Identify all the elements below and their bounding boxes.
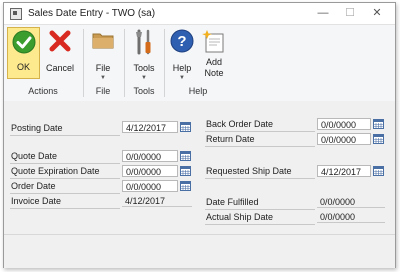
posting-date-field[interactable]: 4/12/2017 bbox=[122, 121, 178, 133]
field-underline bbox=[205, 131, 315, 132]
quote-date-label: Quote Date bbox=[11, 151, 58, 161]
note-icon bbox=[202, 30, 224, 53]
calendar-icon[interactable] bbox=[180, 122, 191, 132]
chevron-down-icon: ▼ bbox=[141, 75, 147, 81]
actual-ship-date-label: Actual Ship Date bbox=[206, 212, 274, 222]
cancel-label: Cancel bbox=[45, 63, 74, 73]
field-underline bbox=[10, 163, 120, 164]
minimize-icon[interactable]: — bbox=[316, 6, 330, 20]
title-bar: Sales Date Entry - TWO (sa) — ☐ ✕ bbox=[4, 3, 395, 24]
return-date-field[interactable]: 0/0/0000 bbox=[317, 133, 371, 145]
date-fulfilled-value: 0/0/0000 bbox=[317, 196, 385, 208]
return-date-label: Return Date bbox=[206, 134, 255, 144]
folder-icon bbox=[92, 33, 114, 49]
field-underline bbox=[10, 178, 120, 179]
requested-ship-date-field[interactable]: 4/12/2017 bbox=[317, 165, 371, 177]
calendar-icon[interactable] bbox=[180, 181, 191, 191]
ok-button[interactable]: OK bbox=[7, 27, 40, 79]
requested-ship-date-label: Requested Ship Date bbox=[206, 166, 292, 176]
field-underline bbox=[10, 208, 120, 209]
date-fulfilled-label: Date Fulfilled bbox=[206, 197, 259, 207]
calendar-icon[interactable] bbox=[373, 119, 384, 129]
chevron-down-icon: ▼ bbox=[100, 75, 106, 81]
field-underline bbox=[205, 224, 315, 225]
status-bar bbox=[4, 234, 395, 268]
calendar-icon[interactable] bbox=[373, 134, 384, 144]
maximize-icon[interactable]: ☐ bbox=[343, 6, 357, 20]
calendar-icon[interactable] bbox=[373, 166, 384, 176]
ok-label: OK bbox=[16, 62, 30, 72]
sales-date-entry-window: Sales Date Entry - TWO (sa) — ☐ ✕ OK Can… bbox=[3, 2, 396, 268]
actual-ship-date-value: 0/0/0000 bbox=[317, 211, 385, 223]
ribbon-toolbar: OK Cancel Actions File ▼ File Tools ▼ To… bbox=[4, 24, 395, 102]
group-label-tools: Tools bbox=[133, 86, 155, 96]
add-note-label-line2: Note bbox=[204, 68, 224, 78]
quote-expiration-date-label: Quote Expiration Date bbox=[11, 166, 100, 176]
field-underline bbox=[205, 146, 315, 147]
help-icon: ? bbox=[170, 29, 194, 53]
form-content: Posting Date 4/12/2017 Quote Date 0/0/00… bbox=[4, 101, 395, 233]
group-separator bbox=[164, 29, 165, 97]
file-menu-button[interactable]: File ▼ bbox=[88, 27, 118, 81]
group-label-actions: Actions bbox=[28, 86, 58, 96]
close-icon[interactable]: ✕ bbox=[370, 6, 384, 20]
quote-date-field[interactable]: 0/0/0000 bbox=[122, 150, 178, 162]
field-underline bbox=[10, 193, 120, 194]
svg-text:?: ? bbox=[177, 33, 186, 50]
group-separator bbox=[124, 29, 125, 97]
window-title: Sales Date Entry - TWO (sa) bbox=[28, 8, 156, 19]
tools-icon bbox=[136, 29, 151, 55]
calendar-icon[interactable] bbox=[180, 166, 191, 176]
group-label-file: File bbox=[95, 86, 111, 96]
order-date-label: Order Date bbox=[11, 181, 56, 191]
posting-date-label: Posting Date bbox=[11, 123, 63, 133]
add-note-label-line1: Add bbox=[205, 57, 222, 67]
invoice-date-label: Invoice Date bbox=[11, 196, 62, 206]
order-date-field[interactable]: 0/0/0000 bbox=[122, 180, 178, 192]
field-underline bbox=[10, 135, 120, 136]
group-separator bbox=[83, 29, 84, 97]
field-underline bbox=[205, 178, 315, 179]
quote-expiration-date-field[interactable]: 0/0/0000 bbox=[122, 165, 178, 177]
group-label-help: Help bbox=[188, 86, 208, 96]
tools-menu-button[interactable]: Tools ▼ bbox=[128, 27, 160, 81]
back-order-date-label: Back Order Date bbox=[206, 119, 274, 129]
invoice-date-value: 4/12/2017 bbox=[122, 195, 192, 207]
calendar-icon[interactable] bbox=[180, 151, 191, 161]
checkmark-icon bbox=[12, 30, 35, 54]
back-order-date-field[interactable]: 0/0/0000 bbox=[317, 118, 371, 130]
app-icon bbox=[10, 8, 22, 20]
help-menu-button[interactable]: ? Help ▼ bbox=[167, 27, 197, 81]
field-underline bbox=[205, 209, 315, 210]
cancel-button[interactable]: Cancel bbox=[42, 27, 78, 73]
add-note-button[interactable]: Add Note bbox=[199, 27, 229, 78]
chevron-down-icon: ▼ bbox=[179, 75, 185, 81]
red-x-icon bbox=[49, 30, 71, 52]
